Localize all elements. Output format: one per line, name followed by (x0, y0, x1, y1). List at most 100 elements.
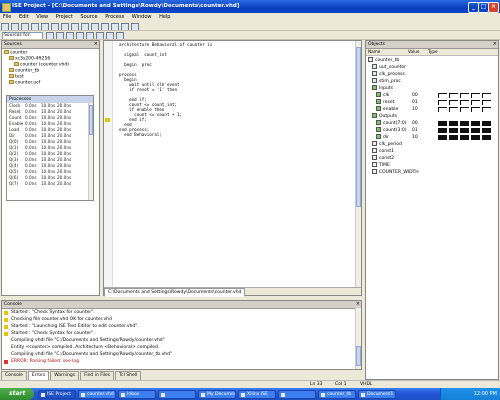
object-row[interactable]: Outputs (368, 113, 498, 120)
header-value[interactable]: Value (408, 49, 428, 55)
zoom-icon[interactable] (101, 23, 109, 30)
taskbar-button[interactable]: ISE Project (38, 390, 76, 399)
info-icon (4, 325, 8, 329)
menu-project[interactable]: Project (56, 14, 73, 20)
console-panel-title-text: Console (4, 302, 22, 307)
grid-scrollbar-thumb[interactable] (89, 105, 93, 135)
object-row[interactable]: const2 (368, 155, 498, 162)
cut-icon[interactable] (41, 23, 49, 30)
menu-view[interactable]: View (36, 14, 48, 20)
taskbar-button[interactable]: counter_tb (318, 390, 356, 399)
tree-item-label: xc3s200-4ft256 (15, 56, 51, 62)
save-icon[interactable] (21, 23, 29, 30)
object-label: clk_period (379, 142, 402, 147)
object-row[interactable]: enable 10 (368, 106, 498, 113)
object-label: count(7:0) (383, 121, 407, 126)
header-name[interactable]: Name (366, 49, 408, 55)
processes-grid-header: Processes (7, 96, 93, 103)
paste-icon[interactable] (61, 23, 69, 30)
console-output[interactable]: Started : "Check Syntax for counter". Che… (2, 309, 361, 365)
close-icon[interactable]: × (493, 41, 497, 48)
waveform-segment (449, 107, 458, 112)
outdent-icon[interactable] (55, 32, 64, 39)
grid-scrollbar[interactable] (88, 103, 93, 200)
taskbar-button[interactable]: My Documents (198, 390, 236, 399)
menu-process[interactable]: Process (105, 14, 124, 20)
taskbar-button[interactable]: Inbox (118, 390, 156, 399)
console-line-text: Started : "Check Syntax for counter". (11, 331, 95, 336)
signal-icon (372, 78, 377, 83)
header-type[interactable]: Type (428, 49, 448, 55)
prev-bookmark-icon[interactable] (105, 32, 114, 39)
run-icon[interactable] (111, 23, 119, 30)
code-area[interactable]: architecture Behavioral of counter is si… (114, 42, 350, 137)
console-panel-title: Console × (2, 301, 361, 309)
menu-source[interactable]: Source (80, 14, 97, 20)
clock: 12:00 PM (473, 391, 497, 397)
undo-icon[interactable] (71, 23, 79, 30)
menu-edit[interactable]: Edit (19, 14, 29, 20)
open-folder-icon[interactable] (11, 23, 19, 30)
console-line-text: Started : "Check Syntax for counter". (11, 310, 95, 315)
language-templates-icon[interactable] (115, 32, 124, 39)
taskbar-button[interactable] (158, 390, 196, 399)
menu-help[interactable]: Help (159, 14, 170, 20)
app-icon (321, 393, 325, 397)
object-label: dir (383, 135, 389, 140)
object-row[interactable]: count(3:0) 01 (368, 127, 498, 134)
stop-icon[interactable] (121, 23, 129, 30)
sources-tree: counter xc3s200-4ft256 counter (counter.… (2, 49, 99, 86)
new-file-icon[interactable] (1, 23, 9, 30)
app-icon (41, 393, 45, 397)
object-row[interactable]: clk_process (368, 71, 498, 78)
object-row[interactable]: COUNTER_WIDTH (368, 169, 498, 176)
object-row[interactable]: count(7:0) 00 (368, 120, 498, 127)
constraints-icon (9, 80, 14, 84)
console-scrollbar-thumb[interactable] (356, 346, 361, 366)
start-button[interactable]: start (0, 388, 34, 400)
console-line: Started : "Check Syntax for counter". (2, 330, 361, 337)
menu-file[interactable]: File (3, 14, 11, 20)
code-line[interactable]: end Behavioral; (114, 132, 350, 137)
next-bookmark-icon[interactable] (95, 32, 104, 39)
objects-panel-title-text: Objects (368, 42, 386, 47)
help-icon[interactable] (131, 23, 139, 30)
editor-file-tab[interactable]: C:\Documents and Settings\Rowdy\Document… (104, 288, 246, 297)
console-scrollbar[interactable] (355, 308, 361, 369)
signal-value: 01 (412, 128, 418, 133)
tree-item[interactable]: counter.ucf (4, 80, 99, 86)
indent-icon[interactable] (45, 32, 54, 39)
taskbar-button[interactable]: Xilinx ISE (238, 390, 276, 399)
object-row[interactable]: TIME (368, 162, 498, 169)
taskbar-button[interactable]: counter.vhd (78, 390, 116, 399)
editor-scrollbar-thumb[interactable] (356, 47, 361, 207)
object-row[interactable]: stim_proc (368, 78, 498, 85)
object-row[interactable]: uut_counter (368, 64, 498, 71)
object-row[interactable]: clk_period (368, 141, 498, 148)
waveform-segment (482, 100, 491, 105)
signal-icon (372, 169, 377, 174)
menu-window[interactable]: Window (132, 14, 152, 20)
print-icon[interactable] (31, 23, 39, 30)
comment-icon[interactable] (65, 32, 74, 39)
bookmark-icon[interactable] (85, 32, 94, 39)
object-row[interactable]: dir 10 (368, 134, 498, 141)
taskbar-button[interactable] (278, 390, 316, 399)
close-icon[interactable]: × (356, 301, 360, 308)
close-icon[interactable]: × (94, 41, 98, 48)
object-row[interactable]: counter_tb (368, 57, 498, 64)
copy-icon[interactable] (51, 23, 59, 30)
taskbar-button[interactable]: Document1 (358, 390, 396, 399)
object-row[interactable]: Inputs (368, 85, 498, 92)
object-row[interactable]: reset 01 (368, 99, 498, 106)
redo-icon[interactable] (81, 23, 89, 30)
sources-combo[interactable]: Sources for: (2, 32, 43, 39)
object-row[interactable]: clk 00 (368, 92, 498, 99)
grid-row[interactable]: Q(7) 0.0ns 10.0ns 20.0ns (7, 181, 93, 187)
editor-scrollbar[interactable] (355, 41, 361, 287)
object-row[interactable]: const1 (368, 148, 498, 155)
close-button[interactable]: × (488, 2, 499, 13)
tree-item-label: counter (10, 50, 28, 56)
uncomment-icon[interactable] (75, 32, 84, 39)
find-icon[interactable] (91, 23, 99, 30)
